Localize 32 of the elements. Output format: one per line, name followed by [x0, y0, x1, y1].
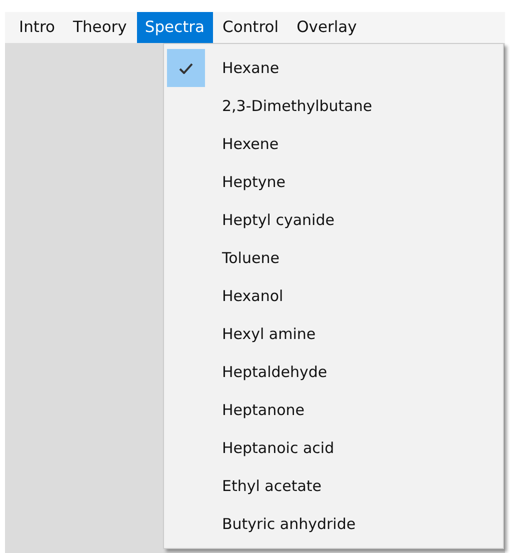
option-label: Heptyl cyanide — [222, 210, 334, 231]
menu-item[interactable]: Intro — [11, 12, 63, 43]
option-label: Hexanol — [222, 286, 284, 307]
option-label: 2,3-Dimethylbutane — [222, 96, 372, 117]
menu-option[interactable]: Toluene — [167, 239, 500, 277]
menu-option[interactable]: Heptyne — [167, 163, 500, 201]
option-label: Butyric anhydride — [222, 514, 356, 535]
menu-option[interactable]: 2,3-Dimethylbutane — [167, 87, 500, 125]
menu-option[interactable]: Heptaldehyde — [167, 353, 500, 391]
menu-option[interactable]: Ethyl acetate — [167, 467, 500, 505]
menu-option[interactable]: Heptanoic acid — [167, 429, 500, 467]
menu-item[interactable]: Theory — [65, 12, 135, 43]
menu-option[interactable]: Heptyl cyanide — [167, 201, 500, 239]
option-label: Hexene — [222, 134, 279, 155]
option-label: Heptanone — [222, 400, 305, 421]
menu-option[interactable]: Hexane — [167, 49, 500, 87]
menu-option[interactable]: Hexyl amine — [167, 315, 500, 353]
menu-option[interactable]: Butyric anhydride — [167, 505, 500, 543]
checkmark-icon — [179, 62, 193, 74]
menu-option[interactable]: Heptanone — [167, 391, 500, 429]
option-label: Hexyl amine — [222, 324, 316, 345]
menu-option[interactable]: Hexene — [167, 125, 500, 163]
option-label: Hexane — [222, 58, 280, 79]
option-label: Heptaldehyde — [222, 362, 328, 383]
menu-item[interactable]: Control — [214, 12, 287, 43]
option-label: Heptyne — [222, 172, 286, 193]
menu-item[interactable]: Spectra — [136, 12, 213, 43]
option-label: Heptanoic acid — [222, 438, 334, 459]
option-label: Ethyl acetate — [222, 476, 322, 497]
menu-item[interactable]: Overlay — [288, 12, 365, 43]
option-label: Toluene — [222, 248, 280, 269]
menu-option[interactable]: Hexanol — [167, 277, 500, 315]
